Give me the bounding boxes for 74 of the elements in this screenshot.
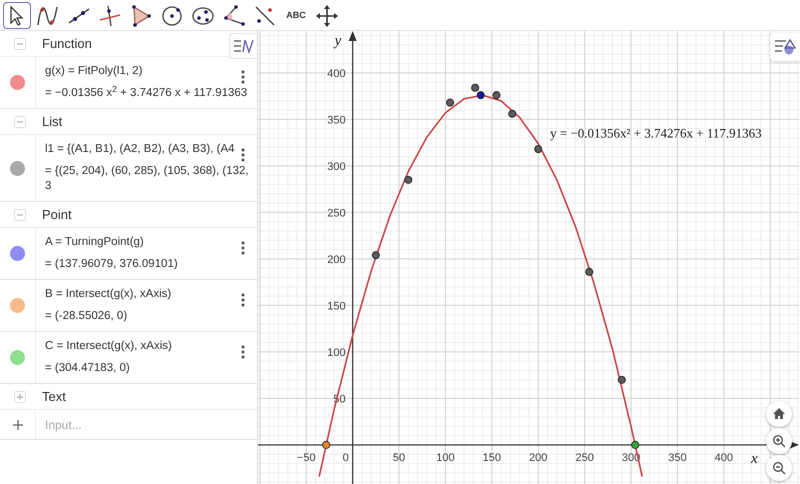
data-point[interactable]	[492, 91, 500, 100]
data-point[interactable]	[471, 84, 480, 92]
color-dot[interactable]	[10, 246, 25, 261]
data-point[interactable]	[585, 268, 594, 276]
tick-label: 200	[327, 254, 346, 266]
tick-label: 50	[392, 452, 406, 464]
color-dot[interactable]	[10, 160, 25, 176]
value-text: = (-28.55026, 0)	[45, 309, 128, 324]
data-point[interactable]	[631, 440, 640, 449]
definition-text[interactable]: l1 = {(A1, B1), (A2, B2), (A3, B3), (A4	[45, 142, 255, 157]
angle-icon	[222, 4, 246, 28]
definition-text[interactable]: g(x) = FitPoly(l1, 2)	[45, 64, 255, 79]
move-arrows-icon	[315, 4, 339, 28]
algebra-style-button[interactable]	[229, 33, 257, 59]
zoom-in-button[interactable]	[766, 428, 792, 454]
more-icon[interactable]	[241, 148, 245, 162]
value-text: = −0.01356 x$^{2}$ + 3.74276 x + 117.91363	[45, 86, 248, 101]
zoom-in-icon	[772, 434, 786, 448]
more-icon[interactable]	[241, 344, 245, 359]
tick-label: 250	[575, 452, 594, 464]
color-dot[interactable]	[10, 75, 25, 90]
value-text: = (304.47183, 0)	[45, 361, 131, 376]
color-dot[interactable]	[10, 298, 25, 313]
axis-label: x	[751, 450, 758, 467]
tick-label: 350	[668, 452, 687, 464]
zoom-out-icon	[772, 461, 786, 475]
group-title: Point	[42, 206, 72, 224]
data-point[interactable]	[446, 98, 454, 107]
tick-label: −50	[296, 452, 316, 464]
tick-label: 100	[327, 346, 346, 359]
definition-text[interactable]: B = Intersect(g(x), xAxis)	[45, 287, 255, 302]
value-text: = {(25, 204), (60, 285), (105, 368), (132, 3	[45, 164, 250, 194]
perpendicular-lines-icon	[98, 4, 122, 28]
data-point[interactable]	[322, 440, 330, 449]
graphics-style-button[interactable]	[770, 33, 800, 61]
tick-label: 250	[327, 207, 346, 220]
data-point[interactable]	[476, 91, 485, 100]
data-point[interactable]	[534, 145, 542, 154]
tool-button[interactable]	[3, 2, 31, 29]
more-icon[interactable]	[241, 240, 245, 255]
tick-label: 100	[436, 452, 455, 464]
equation-label: y = −0.01356x² + 3.74276x + 117.91363	[550, 125, 762, 140]
home-icon	[772, 407, 786, 421]
reflection-icon	[253, 4, 277, 28]
home-button[interactable]	[766, 401, 792, 427]
tick-label: 150	[482, 452, 502, 464]
data-point[interactable]	[404, 176, 412, 184]
group-title: Text	[42, 388, 66, 406]
style-bar-icon	[774, 38, 796, 56]
more-icon[interactable]	[241, 70, 245, 84]
plus-icon[interactable]	[12, 418, 24, 430]
wave-list-icon	[232, 38, 254, 54]
color-dot[interactable]	[10, 350, 25, 365]
definition-text[interactable]: C = Intersect(g(x), xAxis)	[45, 339, 255, 354]
data-point[interactable]	[372, 251, 380, 260]
tick-label: 400	[714, 452, 734, 464]
tick-label: 350	[327, 114, 346, 126]
more-icon[interactable]	[241, 292, 245, 307]
group-title: List	[42, 112, 62, 131]
tick-label: 400	[327, 68, 346, 80]
tick-label: 150	[327, 300, 346, 312]
triangle-icon	[129, 4, 153, 28]
axis-label: y	[334, 33, 342, 49]
value-text: = (137.96079, 376.09101)	[45, 257, 179, 272]
tick-label: 200	[529, 452, 548, 464]
data-point[interactable]	[508, 110, 516, 118]
group-title: Function	[42, 34, 92, 53]
definition-text[interactable]: A = TurningPoint(g)	[45, 235, 255, 250]
zoom-out-button[interactable]	[766, 455, 792, 481]
circle-icon	[160, 4, 184, 28]
data-point[interactable]	[618, 376, 626, 384]
input-field[interactable]: Input...	[36, 410, 236, 439]
tick-label: 300	[327, 160, 346, 173]
origin-label: 0	[342, 452, 349, 464]
